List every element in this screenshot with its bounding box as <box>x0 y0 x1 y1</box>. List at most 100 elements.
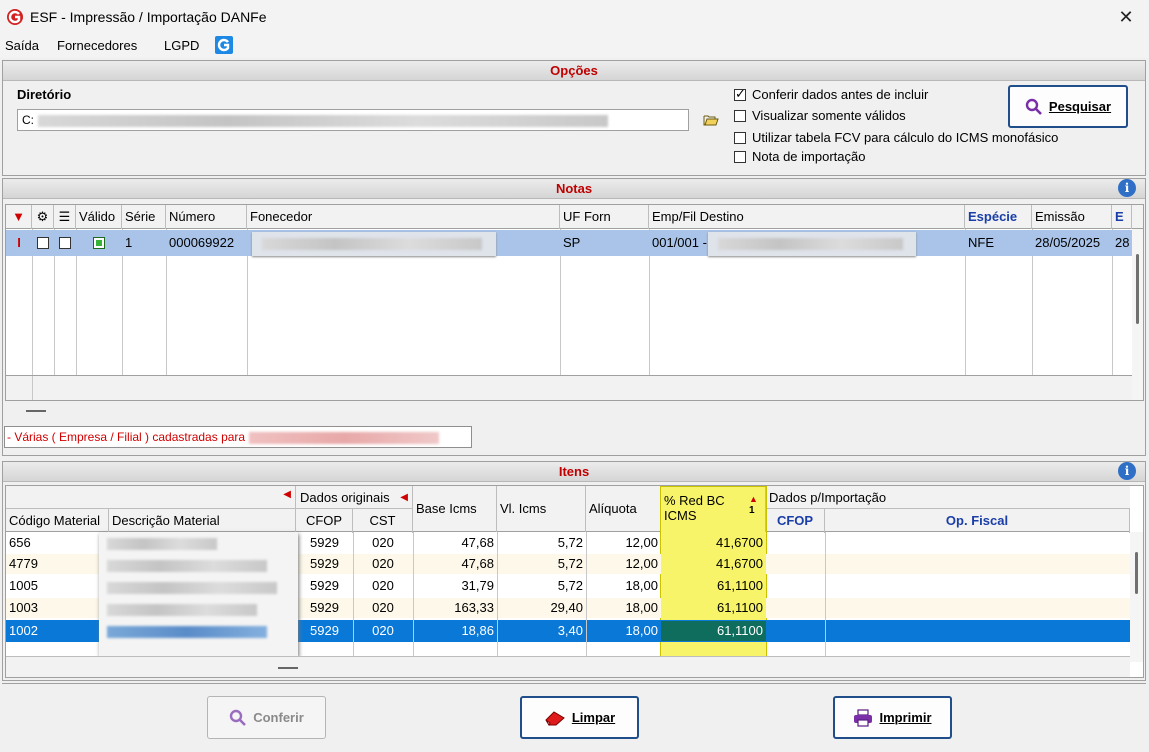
notas-grid-header: ▼ ⚙ ☰ Válido Série Número Fonecedor UF F… <box>6 205 1143 229</box>
cell-vl: 5,72 <box>557 535 583 550</box>
col-base-icms[interactable]: Base Icms <box>413 486 497 532</box>
cell-base: 47,68 <box>461 556 494 571</box>
conferir-button[interactable]: Conferir <box>207 696 326 739</box>
row-numero: 000069922 <box>169 235 235 250</box>
notas-row[interactable]: I 1 000069922 SP 001/001 - NFE 28/05/202… <box>6 230 1132 256</box>
valido-indicator <box>93 237 105 249</box>
checkbox-conferir-box[interactable] <box>734 86 746 102</box>
row-emp-fil: 001/001 - <box>652 235 707 250</box>
splitter-handle[interactable] <box>26 410 46 412</box>
close-button[interactable]: ✕ <box>1103 0 1149 34</box>
col-emissao[interactable]: Emissão <box>1032 205 1112 229</box>
col-valido[interactable]: Válido <box>76 205 122 229</box>
col-numero[interactable]: Número <box>166 205 247 229</box>
cell-cfop: 5929 <box>310 556 339 571</box>
col-serie[interactable]: Série <box>122 205 166 229</box>
cell-aliquota: 18,00 <box>625 578 658 593</box>
cell-cst: 020 <box>372 578 394 593</box>
col-op-fiscal[interactable]: Op. Fiscal <box>825 509 1130 533</box>
eraser-icon <box>545 710 565 726</box>
list-icon[interactable]: ☰ <box>54 205 76 229</box>
col-red-bc-icms[interactable]: % Red BC ICMS ▲ 1 <box>661 486 766 532</box>
group-dados-originais: Dados originais ◀ <box>296 486 413 509</box>
sort-down-icon[interactable]: ▼ <box>6 205 32 229</box>
col-cfop[interactable]: CFOP <box>296 509 353 533</box>
menu-item-fornecedores[interactable]: Fornecedores <box>57 38 137 53</box>
row-serie: 1 <box>125 235 133 250</box>
row-marker: I <box>17 235 21 250</box>
col-especie[interactable]: Espécie <box>965 205 1032 229</box>
menu-item-saida[interactable]: Saída <box>5 38 39 53</box>
col-e[interactable]: E <box>1112 205 1132 229</box>
checkbox-somente-validos[interactable]: Visualizar somente válidos <box>734 108 906 123</box>
notas-header: Notas <box>3 179 1145 199</box>
cell-codigo: 1005 <box>9 578 38 593</box>
col-fornecedor[interactable]: Fonecedor <box>247 205 560 229</box>
itens-footer-bar <box>6 656 1130 677</box>
pesquisar-button[interactable]: Pesquisar <box>1008 85 1128 128</box>
g-app-icon[interactable] <box>215 36 233 54</box>
empresa-filial-message: - Várias ( Empresa / Filial ) cadastrada… <box>4 426 472 448</box>
col-vl-icms[interactable]: Vl. Icms <box>497 486 586 532</box>
collapse-left-icon[interactable]: ◀ <box>283 489 291 500</box>
cell-red: 61,1100 <box>661 621 766 641</box>
cell-vl: 5,72 <box>557 556 583 571</box>
col-cfop-importacao[interactable]: CFOP <box>766 509 825 533</box>
notas-info-icon[interactable]: i <box>1118 179 1136 197</box>
checkbox-somente-validos-label: Visualizar somente válidos <box>752 108 906 123</box>
checkbox-conferir[interactable]: Conferir dados antes de incluir <box>734 86 929 102</box>
col-codigo-material[interactable]: Código Material <box>6 509 109 533</box>
itens-splitter-handle[interactable] <box>278 667 298 669</box>
row-extra: 28 <box>1115 235 1130 250</box>
menu-bar: Saída Fornecedores LGPD <box>0 34 1149 58</box>
checkbox-conferir-label: Conferir dados antes de incluir <box>752 87 929 102</box>
cell-red: 41,6700 <box>716 535 763 550</box>
col-aliquota[interactable]: Alíquota <box>586 486 661 532</box>
directory-value: C: <box>22 113 34 127</box>
cell-codigo: 4779 <box>9 556 38 571</box>
cell-base: 163,33 <box>454 600 494 615</box>
cell-cst: 020 <box>372 535 394 550</box>
cell-vl: 5,72 <box>557 578 583 593</box>
cell-vl: 29,40 <box>550 600 583 615</box>
col-emp-fil-destino[interactable]: Emp/Fil Destino <box>649 205 965 229</box>
cell-base: 18,86 <box>461 623 494 638</box>
cell-vl: 3,40 <box>557 623 583 638</box>
conferir-label: Conferir <box>253 710 304 725</box>
cell-cfop: 5929 <box>310 600 339 615</box>
row-print-checkbox[interactable] <box>59 237 71 249</box>
itens-grid-header: ◀ Dados originais ◀ Dados p/Importação C… <box>6 486 1130 533</box>
collapse-originais-icon[interactable]: ◀ <box>400 486 408 509</box>
checkbox-somente-validos-box[interactable] <box>734 110 746 122</box>
opcoes-header: Opções <box>3 61 1145 81</box>
cell-codigo: 656 <box>9 535 31 550</box>
printer-icon <box>854 708 873 727</box>
app-logo-icon <box>7 9 23 25</box>
print-settings-icon[interactable]: ⚙ <box>32 205 54 229</box>
row-uf: SP <box>563 235 581 250</box>
row-emissao: 28/05/2025 <box>1035 235 1101 250</box>
col-cst[interactable]: CST <box>353 509 413 533</box>
limpar-label: Limpar <box>571 710 616 725</box>
notas-scrollbar[interactable] <box>1132 229 1143 400</box>
checkbox-nota-importacao-box[interactable] <box>734 151 746 163</box>
itens-scrollbar[interactable] <box>1130 532 1143 662</box>
title-bar: ESF - Impressão / Importação DANFe ✕ <box>0 0 1149 34</box>
folder-open-icon[interactable] <box>703 113 719 127</box>
menu-item-lgpd[interactable]: LGPD <box>164 38 199 53</box>
imprimir-button[interactable]: Imprimir <box>833 696 952 739</box>
group-dados-originais-label: Dados originais <box>300 490 390 505</box>
directory-input[interactable]: C: <box>17 109 689 131</box>
pesquisar-label: Pesquisar <box>1048 99 1112 114</box>
checkbox-tabela-fcv[interactable]: Utilizar tabela FCV para cálculo do ICMS… <box>734 130 1058 145</box>
cell-cfop: 5929 <box>310 578 339 593</box>
directory-label: Diretório <box>17 87 72 102</box>
row-select-checkbox[interactable] <box>37 237 49 249</box>
itens-grid: ◀ Dados originais ◀ Dados p/Importação C… <box>5 485 1144 678</box>
col-descricao-material[interactable]: Descrição Material <box>109 509 296 533</box>
checkbox-tabela-fcv-box[interactable] <box>734 132 746 144</box>
col-uf-forn[interactable]: UF Forn <box>560 205 649 229</box>
limpar-button[interactable]: Limpar <box>520 696 639 739</box>
checkbox-nota-importacao[interactable]: Nota de importação <box>734 149 865 164</box>
itens-info-icon[interactable]: i <box>1118 462 1136 480</box>
